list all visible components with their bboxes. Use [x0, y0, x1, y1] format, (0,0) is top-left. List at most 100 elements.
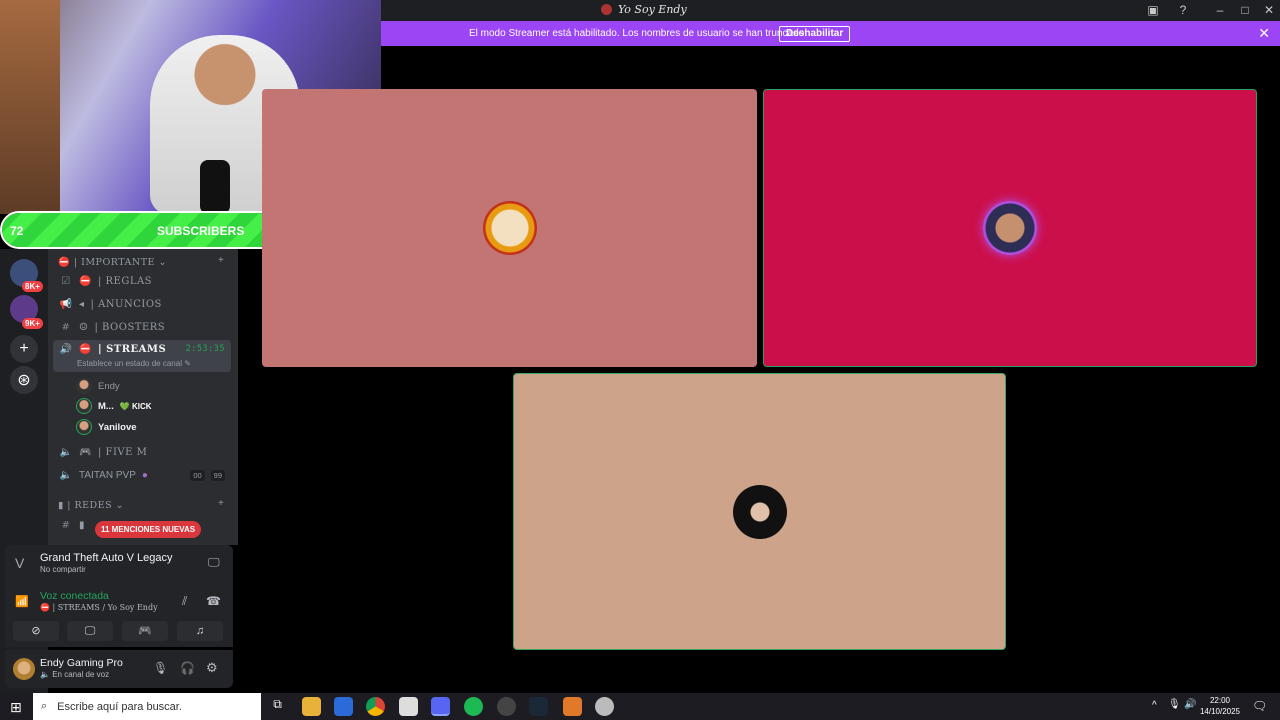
roblox-icon[interactable] [399, 697, 418, 716]
microphone-icon[interactable]: 🎙 [153, 661, 168, 675]
voice-user[interactable]: Yanilove [76, 419, 137, 435]
channel-five-m[interactable]: 🔈 🎮 | FIVE M [53, 441, 231, 463]
disconnect-icon[interactable]: ☎ [206, 594, 221, 608]
app-icon[interactable] [595, 697, 614, 716]
category-redes[interactable]: ▮ | REDES ⌄ [58, 500, 124, 511]
user-name: Endy [98, 380, 120, 392]
taskbar-search[interactable]: ⌕ Escribe aquí para buscar. [33, 693, 261, 720]
kick-icon: 💚 KICK [119, 401, 152, 411]
stream-tile-1[interactable] [262, 89, 757, 367]
user-name: M... [98, 400, 114, 412]
banner-message: El modo Streamer está habilitado. Los no… [469, 28, 807, 39]
minimize-button[interactable]: – [1211, 2, 1229, 18]
system-clock[interactable]: 22:00 14/10/2025 [1200, 695, 1240, 717]
voice-channel[interactable]: ⛔ | STREAMS / Yo Soy Endy [40, 603, 158, 612]
mention-badge: 9K+ [22, 318, 43, 329]
voice-speaker-icon: 🔈 [59, 446, 73, 458]
spotify-icon[interactable] [464, 697, 483, 716]
user-avatar[interactable] [13, 658, 35, 680]
channel-label: | FIVE M [97, 446, 148, 458]
gta-game-icon: V [15, 555, 25, 571]
activities-button[interactable]: 🎮 [122, 621, 168, 641]
clock-date: 14/10/2025 [1199, 707, 1240, 716]
chrome-icon[interactable] [366, 697, 385, 716]
voice-speaker-icon: 🔊 [59, 344, 73, 355]
explore-icon[interactable]: ⊛ [10, 366, 38, 394]
notifications-icon[interactable]: 🗨 [1252, 699, 1267, 713]
add-channel-icon[interactable]: + [218, 498, 224, 509]
voice-user[interactable]: Endy [76, 378, 120, 394]
user-status: 🔈 En canal de voz [40, 670, 110, 679]
disable-streamer-mode-button[interactable]: Deshabilitar [779, 26, 851, 42]
stream-tile-3[interactable] [513, 373, 1006, 650]
inbox-icon[interactable]: ▣ [1144, 2, 1162, 18]
maximize-button[interactable]: □ [1236, 2, 1254, 18]
hash-icon: # [61, 321, 71, 333]
tray-chevron-icon[interactable]: ^ [1152, 700, 1157, 711]
app-icon[interactable] [497, 697, 516, 716]
share-screen-button[interactable]: 🖵 [67, 621, 113, 641]
voice-speaker-icon: 🔈 [59, 469, 73, 481]
channel-status[interactable]: Establece un estado de canal ✎ [77, 359, 191, 368]
activity-panel: V Grand Theft Auto V Legacy No compartir… [5, 545, 233, 587]
no-entry-icon: ⛔ [79, 275, 92, 287]
channel-taitan-pvp[interactable]: 🔈 TAITAN PVP ● 00 99 [53, 464, 231, 486]
volume-icon[interactable]: 🔊 [1184, 699, 1196, 710]
rules-icon: ☑ [61, 275, 71, 287]
window-title-text: Yo Soy Endy [618, 3, 687, 16]
user-name[interactable]: Endy Gaming Pro [40, 657, 123, 669]
goal-current: 72 [10, 224, 24, 238]
no-entry-icon: ⛔ [79, 344, 92, 355]
task-view-icon[interactable]: ⧉ [268, 697, 287, 716]
channel-label: | REGLAS [97, 275, 153, 287]
close-icon[interactable]: ✕ [1258, 25, 1270, 42]
eggplant-icon: ● [141, 469, 148, 481]
store-icon[interactable] [334, 697, 353, 716]
channel-reglas[interactable]: ☑ ⛔ | REGLAS [53, 270, 231, 292]
headphones-icon[interactable]: 🎧 [180, 661, 195, 675]
noise-suppression-icon[interactable]: ⫽ [182, 594, 187, 609]
heart-eyes-icon: ☺ [79, 321, 89, 333]
new-mentions-badge[interactable]: 11 MENCIONES NUEVAS [95, 521, 202, 538]
close-window-button[interactable]: ✕ [1260, 2, 1278, 18]
channel-label: | ANUNCIOS [90, 298, 162, 310]
discord-icon[interactable] [431, 697, 450, 716]
file-explorer-icon[interactable] [302, 697, 321, 716]
server-icon [601, 4, 612, 15]
participant-avatar [482, 201, 537, 255]
signal-icon: 📶 [15, 596, 29, 608]
channel-label: | STREAMS [97, 344, 167, 355]
help-icon[interactable]: ? [1174, 2, 1192, 18]
tray-mic-icon[interactable]: 🎙 [1168, 699, 1181, 710]
settings-gear-icon[interactable]: ⚙ [206, 660, 218, 676]
channel-boosters[interactable]: # ☺ | BOOSTERS [53, 316, 231, 338]
voice-connection-panel: 📶 Voz conectada ⛔ | STREAMS / Yo Soy End… [5, 587, 233, 647]
title-bar: Yo Soy Endy ▣ ? – □ ✕ [381, 0, 1280, 21]
screen-share-icon[interactable]: 🖵 [208, 555, 220, 570]
channel-label: | BOOSTERS [94, 321, 166, 333]
steam-icon[interactable] [529, 697, 548, 716]
voice-user[interactable]: M... 💚 KICK [76, 398, 152, 414]
streamer-mode-banner: El modo Streamer está habilitado. Los no… [381, 21, 1280, 46]
voice-status[interactable]: Voz conectada [40, 590, 109, 602]
channel-anuncios[interactable]: 📢 ◂ | ANUNCIOS [53, 293, 231, 315]
category-importante[interactable]: ⛔ | IMPORTANTE ⌄ [58, 257, 167, 268]
participant-avatar [732, 484, 787, 539]
stream-tile-2[interactable] [763, 89, 1257, 367]
game-share-status: No compartir [40, 565, 86, 574]
user-panel: Endy Gaming Pro 🔈 En canal de voz 🎙 🎧 ⚙ [5, 650, 233, 688]
windows-start-icon[interactable]: ⊞ [10, 699, 22, 716]
background-door [0, 0, 60, 214]
microphone [200, 160, 230, 214]
game-launcher-icon[interactable] [563, 697, 582, 716]
search-placeholder: Escribe aquí para buscar. [57, 700, 182, 713]
camera-off-button[interactable]: ⊘ [13, 621, 59, 641]
megaphone-icon: 📢 [59, 298, 73, 310]
search-icon: ⌕ [41, 700, 48, 712]
window-title: Yo Soy Endy [601, 3, 687, 16]
add-server-icon[interactable]: + [10, 335, 38, 363]
add-channel-icon[interactable]: + [218, 255, 224, 266]
hash-icon: # [61, 519, 71, 531]
user-count: 00 [190, 469, 205, 481]
soundboard-button[interactable]: ♫ [177, 621, 223, 641]
